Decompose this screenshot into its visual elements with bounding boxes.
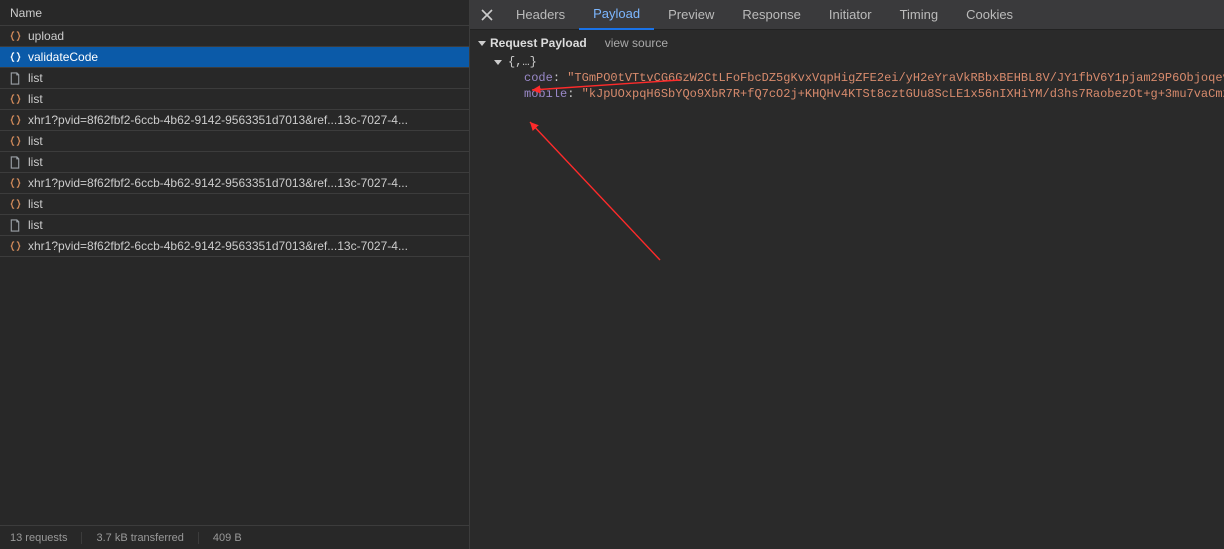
caret-down-icon	[494, 60, 502, 65]
request-list: upload validateCode list list xhr1?pvid=8f62…	[0, 26, 469, 525]
tab-headers[interactable]: Headers	[502, 0, 579, 30]
status-request-count: 13 requests	[10, 532, 82, 544]
request-row-label: list	[28, 71, 43, 85]
json-key: code	[524, 71, 553, 85]
request-row[interactable]: list	[0, 152, 469, 173]
json-colon: :	[567, 87, 581, 101]
tab-cookies[interactable]: Cookies	[952, 0, 1027, 30]
caret-down-icon	[478, 41, 486, 46]
json-icon	[8, 113, 22, 127]
detail-tabs: HeadersPayloadPreviewResponseInitiatorTi…	[470, 0, 1224, 30]
status-transferred: 3.7 kB transferred	[96, 532, 198, 544]
request-row[interactable]: list	[0, 89, 469, 110]
request-row-label: list	[28, 197, 43, 211]
request-row[interactable]: xhr1?pvid=8f62fbf2-6ccb-4b62-9142-956335…	[0, 173, 469, 194]
request-row-label: list	[28, 218, 43, 232]
request-row[interactable]: validateCode	[0, 47, 469, 68]
request-detail-panel: HeadersPayloadPreviewResponseInitiatorTi…	[470, 0, 1224, 549]
json-colon: :	[553, 71, 567, 85]
request-row[interactable]: upload	[0, 26, 469, 47]
request-row[interactable]: xhr1?pvid=8f62fbf2-6ccb-4b62-9142-956335…	[0, 110, 469, 131]
json-icon	[8, 50, 22, 64]
payload-section: Request Payload view source {,…} code: "…	[470, 30, 1224, 110]
request-row-label: list	[28, 134, 43, 148]
json-icon	[8, 239, 22, 253]
request-row[interactable]: list	[0, 215, 469, 236]
tab-timing[interactable]: Timing	[886, 0, 953, 30]
payload-json-tree: {,…} code: "TGmPO0tVTtvCG6GzW2CtLFoFbcDZ…	[478, 54, 1224, 102]
column-header-name[interactable]: Name	[0, 0, 469, 26]
json-value: "kJpUOxpqH6SbYQo9XbR7R+fQ7cO2j+KHQHv4KTS…	[582, 87, 1224, 101]
tab-preview[interactable]: Preview	[654, 0, 728, 30]
request-row-label: list	[28, 92, 43, 106]
request-row[interactable]: list	[0, 131, 469, 152]
section-title-text: Request Payload	[490, 36, 587, 50]
request-row-label: validateCode	[28, 50, 98, 64]
json-icon	[8, 176, 22, 190]
tab-initiator[interactable]: Initiator	[815, 0, 886, 30]
request-row-label: xhr1?pvid=8f62fbf2-6ccb-4b62-9142-956335…	[28, 113, 408, 127]
json-icon	[8, 134, 22, 148]
json-value: "TGmPO0tVTtvCG6GzW2CtLFoFbcDZ5gKvxVqpHig…	[567, 71, 1224, 85]
document-icon	[8, 155, 22, 169]
json-property[interactable]: mobile: "kJpUOxpqH6SbYQo9XbR7R+fQ7cO2j+K…	[494, 86, 1224, 102]
status-bar: 13 requests 3.7 kB transferred 409 B	[0, 525, 469, 549]
close-icon[interactable]	[476, 4, 498, 26]
request-row[interactable]: list	[0, 194, 469, 215]
request-row-label: xhr1?pvid=8f62fbf2-6ccb-4b62-9142-956335…	[28, 239, 408, 253]
tab-payload[interactable]: Payload	[579, 0, 654, 30]
json-key: mobile	[524, 87, 567, 101]
json-icon	[8, 197, 22, 211]
json-root-node[interactable]: {,…}	[494, 54, 1224, 70]
view-source-link[interactable]: view source	[605, 36, 668, 50]
request-row-label: list	[28, 155, 43, 169]
document-icon	[8, 71, 22, 85]
json-icon	[8, 92, 22, 106]
status-resources: 409 B	[213, 532, 256, 544]
json-property[interactable]: code: "TGmPO0tVTtvCG6GzW2CtLFoFbcDZ5gKvx…	[494, 70, 1224, 86]
request-row[interactable]: list	[0, 68, 469, 89]
tab-response[interactable]: Response	[728, 0, 815, 30]
document-icon	[8, 218, 22, 232]
request-row-label: xhr1?pvid=8f62fbf2-6ccb-4b62-9142-956335…	[28, 176, 408, 190]
json-root-summary: {,…}	[508, 54, 537, 70]
request-payload-heading[interactable]: Request Payload	[478, 36, 587, 50]
request-row[interactable]: xhr1?pvid=8f62fbf2-6ccb-4b62-9142-956335…	[0, 236, 469, 257]
network-request-list-panel: Name upload validateCode list list xhr1?pvid…	[0, 0, 470, 549]
json-icon	[8, 29, 22, 43]
request-row-label: upload	[28, 29, 64, 43]
